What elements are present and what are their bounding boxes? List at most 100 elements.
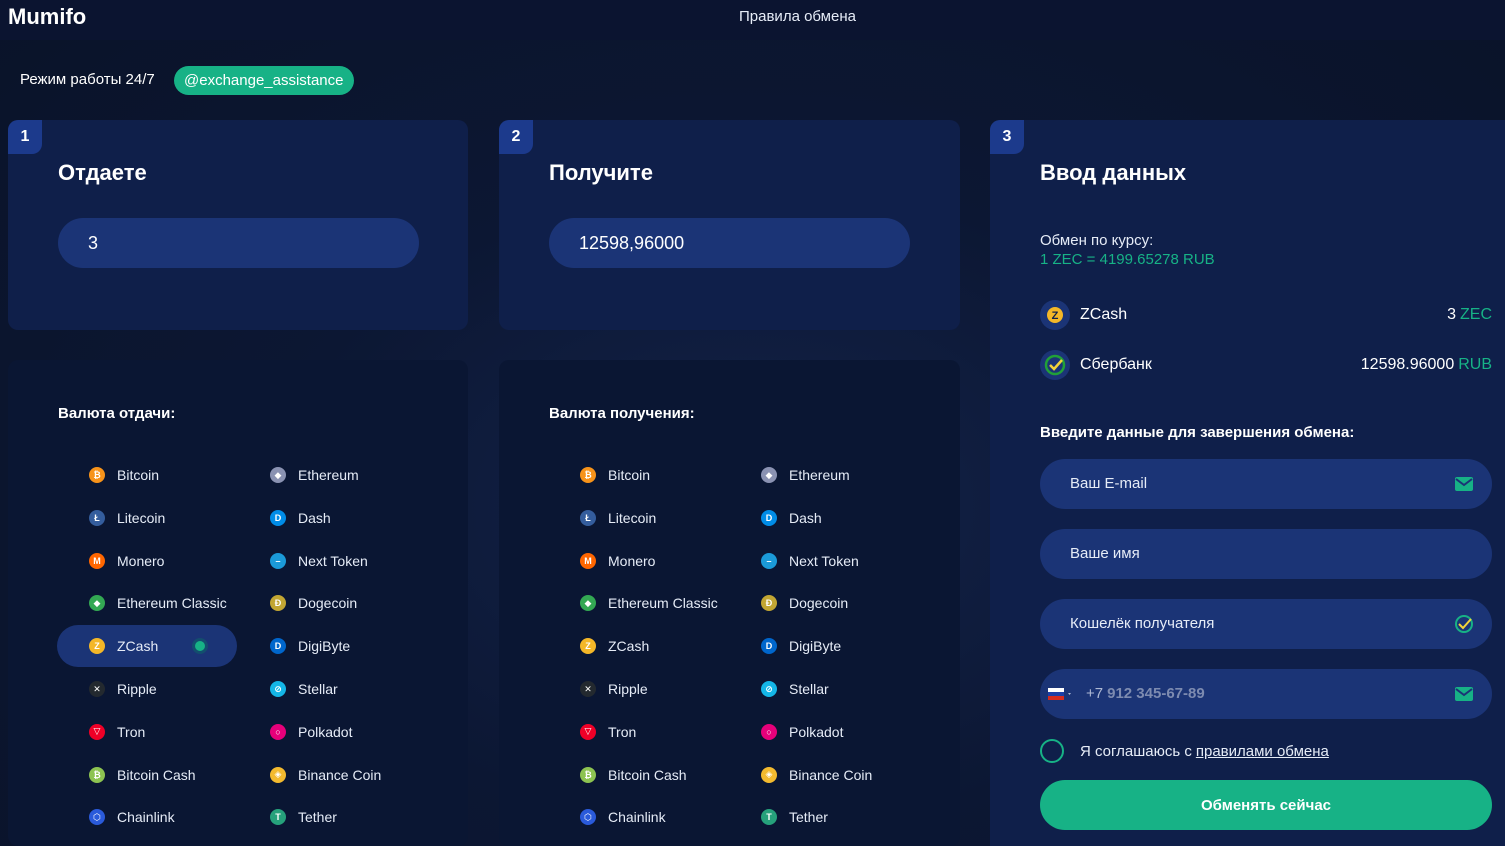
currency-label: Ethereum bbox=[298, 467, 359, 483]
give-currency-binance-coin[interactable]: ◈ Binance Coin bbox=[238, 754, 418, 796]
form-title: Введите данные для завершения обмена: bbox=[1040, 424, 1355, 441]
currency-label: Litecoin bbox=[608, 509, 657, 526]
give-currency-stellar[interactable]: ⊘ Stellar bbox=[238, 668, 418, 710]
currency-label: Litecoin bbox=[117, 509, 166, 526]
telegram-support-button[interactable]: @exchange_assistance bbox=[174, 66, 354, 95]
receive-currency-digibyte[interactable]: D DigiByte bbox=[729, 625, 909, 667]
receive-currency-stellar[interactable]: ⊘ Stellar bbox=[729, 668, 909, 710]
name-field[interactable]: Ваше имя bbox=[1040, 529, 1492, 579]
summary-to-row: Сбербанк 12598.96000 RUB bbox=[1040, 350, 1492, 380]
phone-field[interactable]: +7 912 345-67-89 bbox=[1040, 669, 1492, 719]
receive-currency-polkadot[interactable]: ○ Polkadot bbox=[729, 711, 909, 753]
receive-currency-ethereum-classic[interactable]: ◆ Ethereum Classic bbox=[548, 582, 728, 624]
bitcoin-cash-icon: ₿ bbox=[89, 766, 105, 783]
receive-currency-bitcoin[interactable]: ₿ Bitcoin bbox=[548, 454, 728, 496]
sberbank-icon bbox=[1040, 350, 1070, 380]
phone-placeholder: 912 345-67-89 bbox=[1107, 685, 1205, 702]
agree-checkbox-row[interactable]: Я соглашаюсь с правилами обмена bbox=[1040, 739, 1329, 763]
receive-title: Получите bbox=[549, 160, 653, 185]
currency-label: Bitcoin bbox=[117, 467, 160, 483]
monero-icon: M bbox=[580, 552, 596, 569]
ethereum-classic-icon: ◆ bbox=[580, 595, 596, 612]
currency-label: Tron bbox=[608, 723, 637, 740]
receive-currency-next-token[interactable]: – Next Token bbox=[729, 540, 909, 582]
receive-currency-ripple[interactable]: ✕ Ripple bbox=[548, 668, 728, 710]
tron-icon: ▽ bbox=[580, 723, 596, 740]
receive-currency-monero[interactable]: M Monero bbox=[548, 540, 728, 582]
receive-currency-ethereum[interactable]: ◆ Ethereum bbox=[729, 454, 909, 496]
give-currency-monero[interactable]: M Monero bbox=[57, 540, 237, 582]
receive-currency-zcash[interactable]: Z ZCash bbox=[548, 625, 728, 667]
give-currency-bitcoin-cash[interactable]: ₿ Bitcoin Cash bbox=[57, 754, 237, 796]
currency-label: ZCash bbox=[608, 638, 650, 655]
give-currency-ethereum-classic[interactable]: ◆ Ethereum Classic bbox=[57, 582, 237, 624]
give-currency-list: Валюта отдачи: ₿ Bitcoin ◆ Ethereum Ł Litecoi… bbox=[8, 360, 468, 846]
to-currency-code: RUB bbox=[1458, 356, 1492, 373]
give-currency-dogecoin[interactable]: Ð Dogecoin bbox=[238, 582, 418, 624]
give-currency-litecoin[interactable]: Ł Litecoin bbox=[57, 497, 237, 539]
give-currency-chainlink[interactable]: ⬡ Chainlink bbox=[57, 796, 237, 838]
summary-to-name: Сбербанк bbox=[1080, 356, 1152, 373]
currency-label: Tether bbox=[298, 809, 337, 826]
receive-currency-dogecoin[interactable]: Ð Dogecoin bbox=[729, 582, 909, 624]
give-currency-polkadot[interactable]: ○ Polkadot bbox=[238, 711, 418, 753]
currency-label: Stellar bbox=[789, 681, 829, 697]
give-currency-next-token[interactable]: – Next Token bbox=[238, 540, 418, 582]
zcash-icon: Z bbox=[580, 638, 596, 655]
currency-label: Monero bbox=[608, 552, 656, 569]
tether-icon: T bbox=[270, 809, 286, 826]
receive-currency-tron[interactable]: ▽ Tron bbox=[548, 711, 728, 753]
give-currency-dash[interactable]: D Dash bbox=[238, 497, 418, 539]
currency-label: Monero bbox=[117, 552, 165, 569]
give-currency-digibyte[interactable]: D DigiByte bbox=[238, 625, 418, 667]
exchange-rules-link[interactable]: Правила обмена bbox=[739, 8, 856, 25]
receive-list-title: Валюта получения: bbox=[549, 405, 695, 422]
receive-currency-binance-coin[interactable]: ◈ Binance Coin bbox=[729, 754, 909, 796]
give-card: 1 Отдаете 3 bbox=[8, 120, 468, 330]
rate-label: Обмен по курсу: bbox=[1040, 232, 1154, 249]
currency-label: Ripple bbox=[608, 681, 648, 697]
chainlink-icon: ⬡ bbox=[89, 809, 105, 826]
agree-rules-link[interactable]: правилами обмена bbox=[1196, 743, 1329, 760]
give-currency-ripple[interactable]: ✕ Ripple bbox=[57, 668, 237, 710]
receive-currency-chainlink[interactable]: ⬡ Chainlink bbox=[548, 796, 728, 838]
give-currency-bitcoin[interactable]: ₿ Bitcoin bbox=[57, 454, 237, 496]
give-amount-input[interactable]: 3 bbox=[58, 218, 419, 268]
binance-coin-icon: ◈ bbox=[761, 766, 777, 783]
agree-checkbox[interactable] bbox=[1040, 739, 1064, 763]
give-currency-tron[interactable]: ▽ Tron bbox=[57, 711, 237, 753]
exchange-now-button[interactable]: Обменять сейчас bbox=[1040, 780, 1492, 830]
receive-card: 2 Получите 12598,96000 bbox=[499, 120, 960, 330]
give-currency-tether[interactable]: T Tether bbox=[238, 796, 418, 838]
stellar-icon: ⊘ bbox=[270, 681, 286, 697]
receive-amount-input[interactable]: 12598,96000 bbox=[549, 218, 910, 268]
from-currency-code: ZEC bbox=[1460, 306, 1492, 323]
wallet-field[interactable]: Кошелёк получателя bbox=[1040, 599, 1492, 649]
data-entry-card: 3 Ввод данных Обмен по курсу: 1 ZEC = 41… bbox=[990, 120, 1505, 846]
receive-currency-litecoin[interactable]: Ł Litecoin bbox=[548, 497, 728, 539]
give-currency-zcash[interactable]: Z ZCash bbox=[57, 625, 237, 668]
currency-label: Binance Coin bbox=[298, 766, 382, 783]
currency-label: Ethereum bbox=[789, 467, 850, 483]
bitcoin-icon: ₿ bbox=[580, 467, 596, 483]
logo[interactable]: Mumifo bbox=[8, 4, 86, 30]
to-amount-value: 12598.96000 bbox=[1360, 356, 1455, 373]
currency-label: Dogecoin bbox=[789, 595, 849, 612]
receive-currency-tether[interactable]: T Tether bbox=[729, 796, 909, 838]
currency-label: Stellar bbox=[298, 681, 338, 697]
currency-label: Dash bbox=[789, 509, 822, 526]
give-list-title: Валюта отдачи: bbox=[58, 405, 176, 422]
step-badge-1: 1 bbox=[8, 120, 42, 154]
next-token-icon: – bbox=[761, 552, 777, 569]
litecoin-icon: Ł bbox=[89, 509, 105, 526]
currency-label: Next Token bbox=[789, 552, 859, 569]
receive-currency-bitcoin-cash[interactable]: ₿ Bitcoin Cash bbox=[548, 754, 728, 796]
email-field[interactable]: Ваш E-mail bbox=[1040, 459, 1492, 509]
russia-flag-icon[interactable] bbox=[1048, 687, 1074, 701]
receive-currency-dash[interactable]: D Dash bbox=[729, 497, 909, 539]
give-currency-ethereum[interactable]: ◆ Ethereum bbox=[238, 454, 418, 496]
tron-icon: ▽ bbox=[89, 723, 105, 740]
ethereum-icon: ◆ bbox=[270, 467, 286, 483]
dogecoin-icon: Ð bbox=[270, 595, 286, 612]
digibyte-icon: D bbox=[761, 638, 777, 655]
